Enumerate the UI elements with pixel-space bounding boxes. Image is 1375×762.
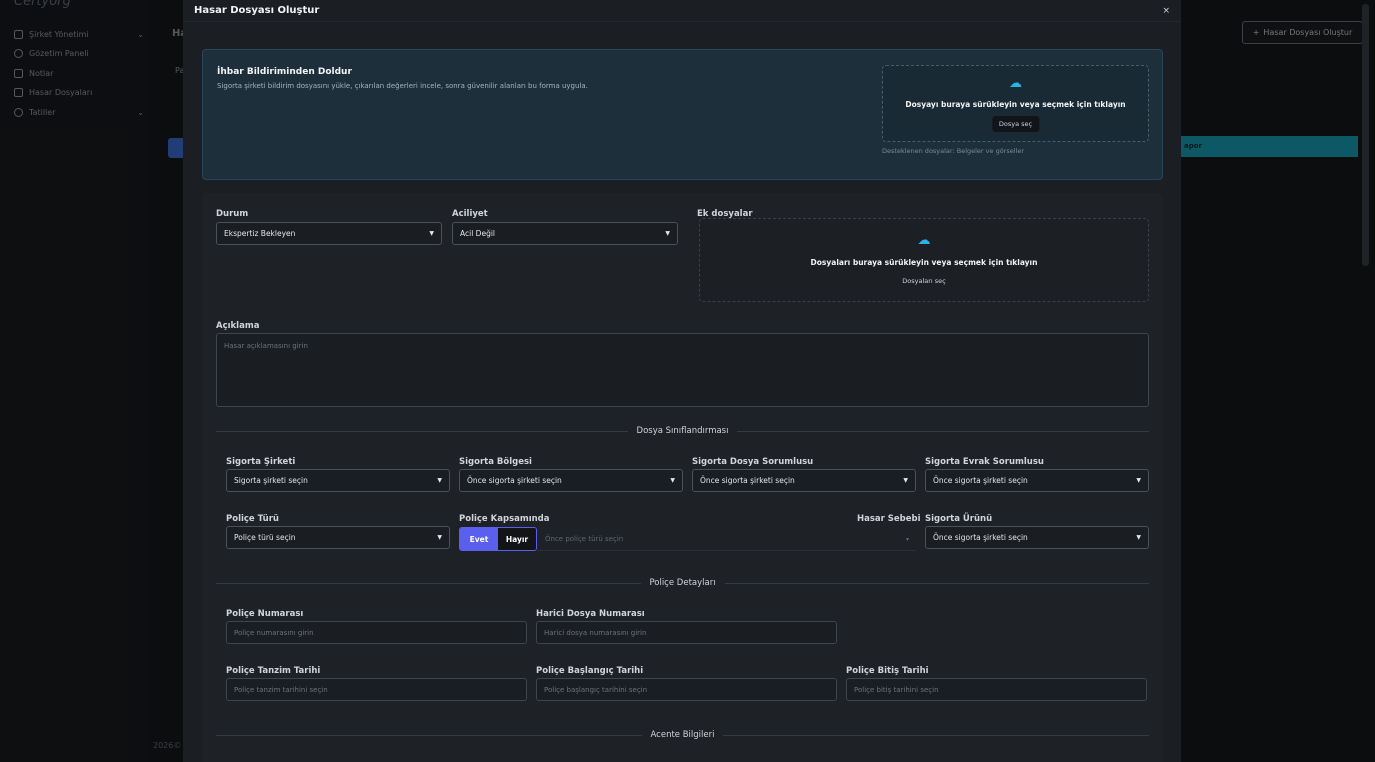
section-title: Dosya Sınıflandırması bbox=[627, 426, 738, 436]
status-select[interactable]: Ekspertiz Bekleyen ▼ bbox=[216, 222, 442, 245]
doc-owner-select[interactable]: Önce sigorta şirketi seçin ▼ bbox=[925, 469, 1149, 492]
issue-date-label: Poliçe Tanzim Tarihi bbox=[226, 666, 321, 676]
policy-type-value: Poliçe türü seçin bbox=[234, 533, 296, 542]
start-date-input[interactable]: Poliçe başlangıç tarihini seçin bbox=[536, 678, 837, 701]
caret-down-icon: ▼ bbox=[1136, 534, 1141, 541]
caret-down-icon: ▼ bbox=[670, 477, 675, 484]
notice-title: İhbar Bildiriminden Doldur bbox=[217, 67, 352, 77]
notice-description: Sigorta şirketi bildirim dosyasını yükle… bbox=[217, 82, 588, 90]
supported-files-note: Desteklenen dosyalar: Belgeler ve görsel… bbox=[882, 147, 1025, 155]
modal-title: Hasar Dosyası Oluştur bbox=[194, 5, 320, 16]
region-value: Önce sigorta şirketi seçin bbox=[467, 476, 562, 485]
insurer-select[interactable]: Sigorta şirketi seçin ▼ bbox=[226, 469, 450, 492]
product-select[interactable]: Önce sigorta şirketi seçin ▼ bbox=[925, 526, 1149, 549]
end-date-input[interactable]: Poliçe bitiş tarihini seçin bbox=[846, 678, 1147, 701]
policy-no-label: Poliçe Numarası bbox=[226, 609, 304, 619]
urgency-select[interactable]: Acil Değil ▼ bbox=[452, 222, 678, 245]
coverage-label: Poliçe Kapsamında bbox=[459, 514, 550, 524]
region-label: Sigorta Bölgesi bbox=[459, 457, 532, 467]
insurer-label: Sigorta Şirketi bbox=[226, 457, 296, 467]
status-label: Durum bbox=[216, 209, 249, 219]
external-no-label: Harici Dosya Numarası bbox=[536, 609, 645, 619]
cause-select[interactable]: Önce poliçe türü seçin ▾ bbox=[538, 528, 916, 551]
file-owner-label: Sigorta Dosya Sorumlusu bbox=[692, 457, 814, 467]
doc-owner-label: Sigorta Evrak Sorumlusu bbox=[925, 457, 1044, 467]
section-divider-policy: Poliçe Detayları bbox=[216, 578, 1149, 588]
doc-owner-value: Önce sigorta şirketi seçin bbox=[933, 476, 1028, 485]
policy-no-input[interactable]: Poliçe numarasını girin bbox=[226, 621, 527, 644]
section-divider-classification: Dosya Sınıflandırması bbox=[216, 426, 1149, 436]
description-textarea[interactable]: Hasar açıklamasını girin bbox=[216, 333, 1149, 407]
caret-down-icon: ▼ bbox=[429, 230, 434, 237]
create-claim-modal: Hasar Dosyası Oluştur × İhbar Bildirimin… bbox=[183, 0, 1181, 762]
end-date-label: Poliçe Bitiş Tarihi bbox=[846, 666, 929, 676]
file-owner-value: Önce sigorta şirketi seçin bbox=[700, 476, 795, 485]
policy-type-label: Poliçe Türü bbox=[226, 514, 279, 524]
issue-date-input[interactable]: Poliçe tanzim tarihini seçin bbox=[226, 678, 527, 701]
coverage-yes-button[interactable]: Evet bbox=[460, 528, 498, 550]
cloud-upload-icon: ☁ bbox=[1009, 76, 1022, 91]
modal-header: Hasar Dosyası Oluştur × bbox=[183, 0, 1181, 22]
region-select[interactable]: Önce sigorta şirketi seçin ▼ bbox=[459, 469, 683, 492]
attachments-dropzone[interactable]: ☁ Dosyaları buraya sürükleyin veya seçme… bbox=[699, 218, 1149, 302]
cause-label: Hasar Sebebi bbox=[857, 514, 921, 524]
caret-down-icon: ▼ bbox=[665, 230, 670, 237]
section-divider-agency: Acente Bilgileri bbox=[216, 730, 1149, 740]
attachments-dropzone-text: Dosyaları buraya sürükleyin veya seçmek … bbox=[810, 258, 1038, 267]
product-value: Önce sigorta şirketi seçin bbox=[933, 533, 1028, 542]
section-title: Poliçe Detayları bbox=[640, 578, 725, 588]
caret-down-icon: ▼ bbox=[437, 477, 442, 484]
notice-dropzone[interactable]: ☁ Dosyayı buraya sürükleyin veya seçmek … bbox=[882, 65, 1149, 142]
file-owner-select[interactable]: Önce sigorta şirketi seçin ▼ bbox=[692, 469, 916, 492]
external-no-input[interactable]: Harici dosya numarasını girin bbox=[536, 621, 837, 644]
coverage-toggle: Evet Hayır bbox=[459, 527, 537, 551]
notice-fill-panel: İhbar Bildiriminden Doldur Sigorta şirke… bbox=[202, 49, 1163, 180]
choose-file-button[interactable]: Dosya seç bbox=[991, 116, 1040, 132]
choose-files-button[interactable]: Dosyaları seç bbox=[895, 273, 953, 289]
product-label: Sigorta Ürünü bbox=[925, 514, 993, 524]
caret-down-icon: ▼ bbox=[437, 534, 442, 541]
urgency-value: Acil Değil bbox=[460, 229, 495, 238]
dropzone-text: Dosyayı buraya sürükleyin veya seçmek iç… bbox=[905, 100, 1126, 109]
cloud-upload-icon: ☁ bbox=[917, 233, 931, 248]
status-value: Ekspertiz Bekleyen bbox=[224, 229, 296, 238]
start-date-label: Poliçe Başlangıç Tarihi bbox=[536, 666, 644, 676]
caret-down-icon: ▾ bbox=[905, 535, 909, 543]
insurer-value: Sigorta şirketi seçin bbox=[234, 476, 308, 485]
coverage-no-button[interactable]: Hayır bbox=[498, 528, 536, 550]
close-icon[interactable]: × bbox=[1162, 6, 1170, 16]
caret-down-icon: ▼ bbox=[1136, 477, 1141, 484]
policy-type-select[interactable]: Poliçe türü seçin ▼ bbox=[226, 526, 450, 549]
cause-placeholder: Önce poliçe türü seçin bbox=[545, 535, 624, 543]
claim-form: Durum Ekspertiz Bekleyen ▼ Aciliyet Acil… bbox=[202, 193, 1163, 762]
urgency-label: Aciliyet bbox=[452, 209, 488, 219]
description-label: Açıklama bbox=[216, 321, 260, 331]
section-title: Acente Bilgileri bbox=[641, 730, 724, 740]
caret-down-icon: ▼ bbox=[903, 477, 908, 484]
